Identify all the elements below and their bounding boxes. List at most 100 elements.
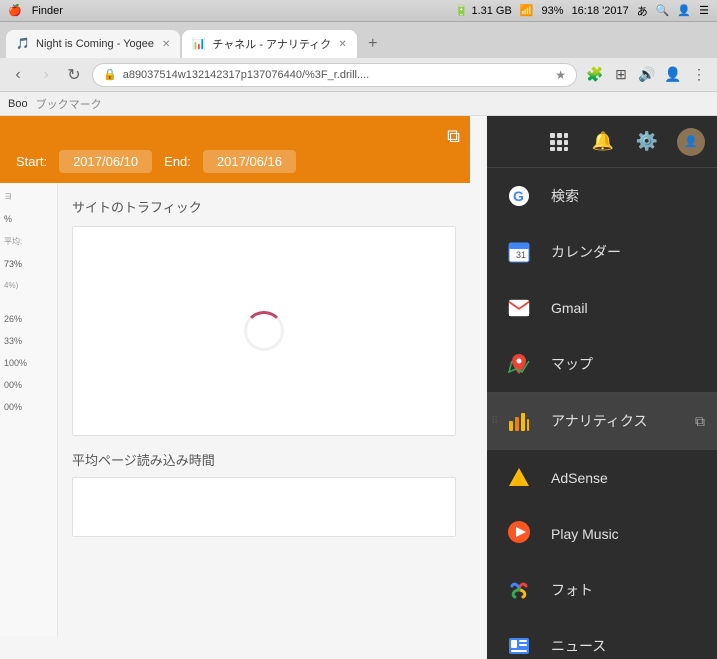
bookmarks-bar: Boo ブックマーク (0, 92, 717, 116)
notification-bell-icon[interactable]: 🔔 (589, 128, 617, 156)
playmusic-icon (503, 518, 535, 550)
stat-10: 00% (4, 402, 53, 412)
menubar-right: 🔋 1.31 GB 📶 93% 16:18 '2017 あ 🔍 👤 ☰ (455, 3, 709, 19)
bookmark-label: Boo (8, 98, 28, 110)
search-icon[interactable]: 🔍 (656, 4, 670, 17)
app-item-photos[interactable]: フォト (487, 562, 717, 618)
date-range-bar: Start: 2017/06/10 End: 2017/06/16 (0, 140, 470, 183)
chrome-frame: 🎵 Night is Coming - Yogee Ne... ✕ 📊 チャネル… (0, 22, 717, 659)
apps-panel: 🔔 ⚙️ 👤 G 検索 (487, 116, 717, 659)
app-label-calendar: カレンダー (551, 242, 621, 262)
url-text: a89037514w132142317p137076440/%3F_r.dril… (123, 69, 369, 81)
analytics-page: ⧉ Start: 2017/06/10 End: 2017/06/16 ヨ % … (0, 116, 470, 659)
stat-5: 4%) (4, 281, 53, 290)
menubar-left: 🍎 Finder (8, 4, 63, 17)
stat-3: 平均: (4, 236, 53, 247)
app-label-news: ニュース (551, 636, 606, 656)
tab-bar: 🎵 Night is Coming - Yogee Ne... ✕ 📊 チャネル… (0, 22, 717, 58)
address-input[interactable]: 🔒 a89037514w132142317p137076440/%3F_r.dr… (92, 63, 577, 87)
user-avatar[interactable]: 👤 (677, 128, 705, 156)
app-label-analytics: アナリティクス (551, 411, 647, 431)
analytics-data-sidebar: ヨ % 平均: 73% 4%) 26% 33% 100% 00% 00% (0, 183, 58, 636)
tab-close-2[interactable]: ✕ (338, 39, 346, 50)
settings-gear-icon[interactable]: ⚙️ (633, 128, 661, 156)
gmail-icon (503, 292, 535, 324)
app-item-analytics[interactable]: ⠿ アナリティクス ⧉ (487, 393, 717, 449)
toolbar-icons: 🧩 ⊞ 🔊 👤 ⋮ (585, 66, 709, 83)
finder-menu[interactable]: Finder (32, 5, 63, 17)
app-item-adsense[interactable]: AdSense (487, 450, 717, 506)
app-label-playmusic: Play Music (551, 526, 619, 542)
user-icon[interactable]: 👤 (677, 4, 691, 17)
analytics-body: ヨ % 平均: 73% 4%) 26% 33% 100% 00% 00% サイト… (0, 183, 470, 636)
analytics-header: ⧉ (0, 116, 470, 140)
avg-load-chart (72, 477, 456, 537)
bookmark-label-jp: ブックマーク (36, 96, 102, 112)
clock: 16:18 '2017 (572, 5, 629, 17)
tab-analytics[interactable]: 📊 チャネル - アナリティクス ✕ (182, 30, 356, 58)
stat-6: 26% (4, 314, 53, 324)
stat-2: % (4, 214, 53, 224)
traffic-section-title: サイトのトラフィック (72, 197, 456, 216)
menu-dots[interactable]: ⋮ (689, 66, 709, 83)
start-label: Start: (16, 154, 47, 169)
news-icon (503, 630, 535, 659)
analytics-external-icon[interactable]: ⧉ (695, 413, 705, 430)
app-item-news[interactable]: ニュース (487, 618, 717, 659)
apps-grid-icon[interactable]: ⊞ (611, 66, 631, 83)
tab-favicon-1: 🎵 (16, 37, 30, 51)
app-item-gmail[interactable]: Gmail (487, 280, 717, 336)
start-date[interactable]: 2017/06/10 (59, 150, 152, 173)
svg-text:31: 31 (516, 250, 526, 260)
tab-label-2: チャネル - アナリティクス (212, 36, 332, 52)
stat-8: 100% (4, 358, 53, 368)
apple-menu[interactable]: 🍎 (8, 4, 22, 17)
app-label-search: 検索 (551, 186, 579, 206)
end-date[interactable]: 2017/06/16 (203, 150, 296, 173)
battery-icon: 🔋 1.31 GB (455, 4, 512, 17)
maps-icon (503, 348, 535, 380)
photos-icon (503, 574, 535, 606)
svg-text:G: G (513, 188, 524, 204)
avg-load-title: 平均ページ読み込み時間 (72, 450, 456, 469)
lock-icon: 🔒 (103, 68, 117, 81)
app-item-playmusic[interactable]: Play Music (487, 506, 717, 562)
bookmark-item[interactable]: Boo (8, 98, 28, 110)
address-bar: ‹ › ↻ 🔒 a89037514w132142317p137076440/%3… (0, 58, 717, 92)
apps-list: G 検索 31 カレンダー (487, 168, 717, 659)
app-item-maps[interactable]: マップ (487, 336, 717, 392)
app-item-calendar[interactable]: 31 カレンダー (487, 224, 717, 280)
google-search-icon: G (503, 180, 535, 212)
stat-4: 73% (4, 259, 53, 269)
external-link-icon[interactable]: ⧉ (447, 126, 460, 147)
loading-spinner (244, 311, 284, 351)
new-tab-button[interactable]: + (359, 30, 387, 58)
refresh-button[interactable]: ↻ (64, 65, 84, 85)
language-icon: あ (637, 3, 648, 19)
apps-grid-button[interactable] (545, 128, 573, 156)
panel-header: 🔔 ⚙️ 👤 (487, 116, 717, 168)
back-button[interactable]: ‹ (8, 66, 28, 84)
app-label-maps: マップ (551, 354, 593, 374)
stat-1: ヨ (4, 191, 53, 202)
forward-button[interactable]: › (36, 66, 56, 84)
stat-9: 00% (4, 380, 53, 390)
app-label-adsense: AdSense (551, 470, 608, 486)
wifi-icon: 📶 (520, 4, 534, 17)
drag-handle: ⠿ (491, 416, 498, 427)
speaker-icon[interactable]: 🔊 (637, 66, 657, 83)
calendar-icon: 31 (503, 236, 535, 268)
menu-icon[interactable]: ☰ (699, 4, 709, 17)
menubar: 🍎 Finder 🔋 1.31 GB 📶 93% 16:18 '2017 あ 🔍… (0, 0, 717, 22)
app-label-gmail: Gmail (551, 300, 588, 316)
bookmark-star[interactable]: ★ (555, 68, 566, 82)
stat-7: 33% (4, 336, 53, 346)
extensions-icon[interactable]: 🧩 (585, 66, 605, 83)
tab-close-1[interactable]: ✕ (162, 39, 170, 50)
profile-icon[interactable]: 👤 (663, 66, 683, 83)
app-item-search[interactable]: G 検索 (487, 168, 717, 224)
tab-night-is-coming[interactable]: 🎵 Night is Coming - Yogee Ne... ✕ (6, 30, 180, 58)
tab-favicon-2: 📊 (192, 37, 206, 51)
content-area: ⧉ Start: 2017/06/10 End: 2017/06/16 ヨ % … (0, 116, 717, 659)
adsense-icon (503, 462, 535, 494)
